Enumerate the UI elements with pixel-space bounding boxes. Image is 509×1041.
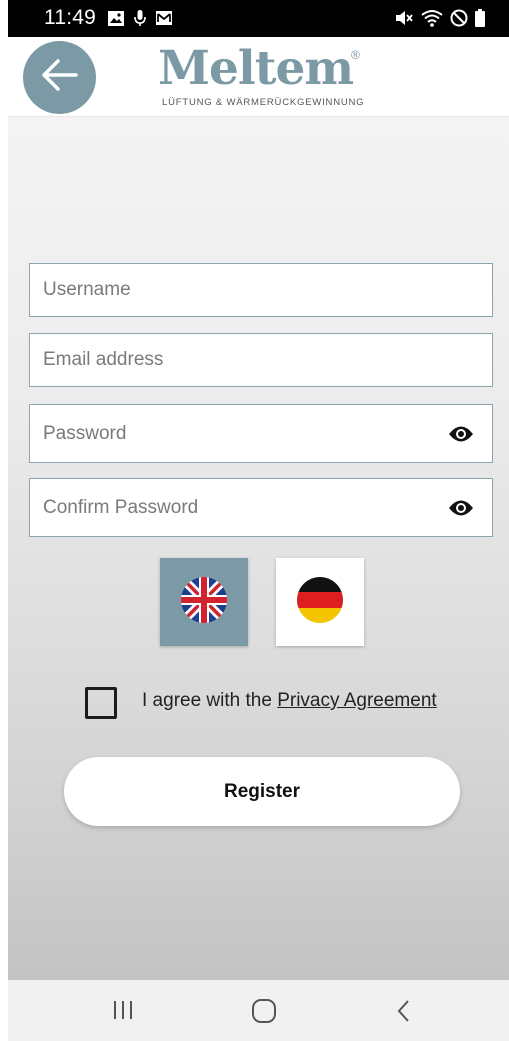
mute-icon — [394, 9, 414, 27]
phone-screen: 11:49 Meltem ® LÜFTUNG & WÄRMERÜCKGEWINN… — [8, 0, 509, 1041]
logo-wordmark: Meltem — [158, 41, 354, 96]
logo-tagline: LÜFTUNG & WÄRMERÜCKGEWINNUNG — [162, 97, 365, 108]
privacy-agreement-link[interactable]: Privacy Agreement — [277, 690, 436, 711]
uk-flag-icon — [180, 576, 228, 629]
register-form: I agree with the Privacy Agreement Regis… — [8, 117, 509, 980]
register-button[interactable]: Register — [64, 757, 460, 826]
eye-icon — [449, 500, 473, 516]
language-english-button[interactable] — [160, 558, 248, 646]
app-header: Meltem ® LÜFTUNG & WÄRMERÜCKGEWINNUNG — [8, 37, 509, 117]
system-nav-bar — [8, 980, 509, 1041]
do-not-disturb-icon — [450, 9, 468, 27]
privacy-agreement-label: I agree with the Privacy Agreement — [142, 690, 437, 712]
microphone-icon — [134, 9, 146, 27]
recents-icon[interactable] — [112, 998, 134, 1027]
status-left-icons — [107, 9, 173, 27]
logo-registered-mark: ® — [351, 48, 360, 62]
status-bar: 11:49 — [8, 0, 509, 37]
home-icon[interactable] — [251, 998, 277, 1029]
language-german-button[interactable] — [276, 558, 364, 646]
password-visibility-toggle[interactable] — [448, 423, 474, 445]
arrow-left-icon — [40, 58, 80, 97]
confirm-password-visibility-toggle[interactable] — [448, 497, 474, 519]
image-icon — [107, 10, 125, 27]
eye-icon — [449, 426, 473, 442]
mail-icon — [155, 10, 173, 26]
status-right-icons — [394, 9, 485, 27]
back-button[interactable] — [23, 41, 96, 114]
username-input[interactable] — [30, 278, 425, 302]
status-time: 11:49 — [44, 6, 96, 29]
password-input[interactable] — [30, 421, 425, 446]
confirm-password-input[interactable] — [30, 495, 425, 520]
back-icon[interactable] — [396, 998, 412, 1029]
battery-icon — [475, 9, 485, 27]
username-field — [29, 263, 493, 317]
email-field — [29, 333, 493, 387]
privacy-agreement-checkbox[interactable] — [85, 687, 117, 719]
wifi-icon — [421, 9, 443, 27]
email-input[interactable] — [30, 348, 425, 372]
agreement-prefix: I agree with the — [142, 690, 278, 711]
confirm-password-field — [29, 478, 493, 537]
meltem-logo: Meltem ® LÜFTUNG & WÄRMERÜCKGEWINNUNG — [158, 43, 368, 109]
germany-flag-icon — [296, 576, 344, 629]
password-field — [29, 404, 493, 463]
